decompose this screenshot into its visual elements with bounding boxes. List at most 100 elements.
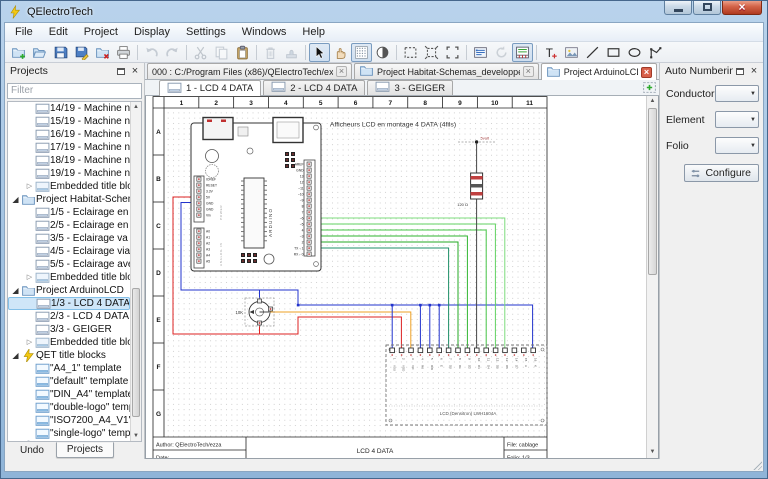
scroll-down-icon[interactable]: ▼ [647,447,658,458]
maximize-button[interactable] [693,0,721,15]
dock-tab-projects[interactable]: Projects [56,442,114,458]
close-panel-icon[interactable]: × [128,65,142,78]
tree-item[interactable]: 17/19 - Machine no 0... [8,141,130,154]
tree-scrollbar-thumb[interactable] [132,288,140,417]
menu-settings[interactable]: Settings [178,24,234,40]
schematic-canvas[interactable]: 1234567891011ABCDEFG Afficheurs LCD en m… [146,96,651,459]
tree-item[interactable]: 2/3 - LCD 4 DATA [8,310,130,323]
titleblock-editor-button[interactable] [512,43,533,62]
close-panel-icon[interactable]: × [747,65,761,78]
paste-button[interactable] [232,43,253,62]
menu-windows[interactable]: Windows [234,24,295,40]
diagram-view[interactable]: 1234567891011ABCDEFG Afficheurs LCD en m… [145,96,659,459]
tree-item[interactable]: 4/5 - Eclairage via tél... [8,245,130,258]
tree-item[interactable]: 3/5 - Eclairage va et v... [8,232,130,245]
dock-tab-undo[interactable]: Undo [9,443,55,459]
tree-item[interactable]: 5/5 - Eclairage avec ... [8,258,130,271]
scroll-up-icon[interactable]: ▲ [647,96,658,107]
collapsed-expander-icon[interactable]: ▷ [24,338,35,346]
folio-tab[interactable]: 1 - LCD 4 DATA [159,80,261,96]
tab-close-icon[interactable]: × [336,66,347,77]
arduino-board[interactable]: ARDUINO AREFGND1312~11~10~987~6~54~32TX→… [191,118,321,272]
add-polygon-button[interactable] [645,43,666,62]
folio-tab[interactable]: 3 - GEIGER [367,80,453,95]
folio-tab[interactable]: 2 - LCD 4 DATA [263,80,365,95]
float-panel-icon[interactable] [114,65,128,78]
contrast-button[interactable] [372,43,393,62]
tab-close-icon[interactable]: × [523,66,534,77]
conductor-select[interactable]: ▼ [715,85,759,102]
tree-item[interactable]: "default" template [8,375,130,388]
add-image-button[interactable] [561,43,582,62]
save-as-button[interactable] [71,43,92,62]
tab-close-icon[interactable]: × [641,67,652,78]
add-text-button[interactable]: T [540,43,561,62]
menu-display[interactable]: Display [126,24,178,40]
add-line-button[interactable] [582,43,603,62]
open-project-button[interactable] [29,43,50,62]
projects-tree[interactable]: 14/19 - Machine no 0...15/19 - Machine n… [7,101,142,443]
folio-select[interactable]: ▼ [715,137,759,154]
project-tab[interactable]: Project Habitat-Schemas_developpes× [354,63,539,79]
menu-edit[interactable]: Edit [41,24,76,40]
tree-item[interactable]: ◢Project ArduinoLCD [8,284,130,297]
project-tab[interactable]: 000 : C:/Program Files (x86)/QElectroTec… [147,63,352,79]
scroll-down-icon[interactable]: ▼ [131,431,141,441]
collapsed-expander-icon[interactable]: ▷ [24,182,35,190]
titlebar[interactable]: QElectroTech × [4,1,764,22]
tree-item[interactable]: 2/5 - Eclairage en do... [8,219,130,232]
float-panel-icon[interactable] [733,65,747,78]
conductor-editor-button[interactable] [470,43,491,62]
close-project-button[interactable] [92,43,113,62]
resize-grip[interactable] [752,460,762,470]
menu-project[interactable]: Project [76,24,126,40]
tree-item[interactable]: User title blocks [8,440,130,442]
tree-item[interactable]: 14/19 - Machine no 0... [8,102,130,115]
tree-item[interactable]: "DIN_A4" template [8,388,130,401]
print-button[interactable] [113,43,134,62]
menu-help[interactable]: Help [294,24,333,40]
add-folio-button[interactable] [642,80,657,94]
expanded-expander-icon[interactable]: ◢ [10,286,21,295]
tree-item[interactable]: "double-logo" template [8,401,130,414]
diagram-scrollbar-thumb[interactable] [648,108,657,275]
tree-item[interactable]: 15/19 - Machine no 0... [8,115,130,128]
expanded-expander-icon[interactable]: ◢ [10,195,21,204]
tree-item[interactable]: 18/19 - Machine no 0... [8,154,130,167]
add-ellipse-button[interactable] [624,43,645,62]
tree-item[interactable]: 19/19 - Machine no 0... [8,167,130,180]
tree-item[interactable]: 1/5 - Eclairage en sim... [8,206,130,219]
save-button[interactable] [50,43,71,62]
select-arrow-button[interactable] [309,43,330,62]
tree-item[interactable]: ▷Embedded title blocks [8,180,130,193]
collapsed-expander-icon[interactable]: ▷ [24,273,35,281]
filter-input[interactable] [7,83,142,99]
add-rect-button[interactable] [603,43,624,62]
menu-file[interactable]: File [7,24,41,40]
tree-item[interactable]: ◢Project Habitat-Schemas_... [8,193,130,206]
minimize-button[interactable] [664,0,692,15]
expanded-expander-icon[interactable]: ◢ [10,351,21,360]
tree-scrollbar[interactable]: ▲ ▼ [130,102,141,442]
tree-item[interactable]: ▷Embedded title blocks [8,271,130,284]
element-select[interactable]: ▼ [715,111,759,128]
tree-item[interactable]: "single-logo" template [8,427,130,440]
tree-item[interactable]: 1/3 - LCD 4 DATA [8,297,130,310]
tree-item[interactable]: ◢QET title blocks [8,349,130,362]
zoom-frame-button[interactable] [442,43,463,62]
tree-item[interactable]: "A4_1" template [8,362,130,375]
project-tab[interactable]: Project ArduinoLCD× [541,63,657,80]
diagram-vertical-scrollbar[interactable]: ▲ ▼ [646,96,658,458]
grid-button[interactable] [351,43,372,62]
tree-item[interactable]: 16/19 - Machine no 0... [8,128,130,141]
new-project-button[interactable] [8,43,29,62]
tree-item[interactable]: ▷Embedded title blocks [8,336,130,349]
close-button[interactable]: × [722,0,762,15]
scroll-up-icon[interactable]: ▲ [131,102,141,112]
zoom-fit-button[interactable] [421,43,442,62]
tree-item[interactable]: "ISO7200_A4_V1" tem... [8,414,130,427]
configure-button[interactable]: Configure [684,164,759,182]
tree-item[interactable]: 3/3 - GEIGER [8,323,130,336]
selection-rect-button[interactable] [400,43,421,62]
pan-hand-button[interactable] [330,43,351,62]
